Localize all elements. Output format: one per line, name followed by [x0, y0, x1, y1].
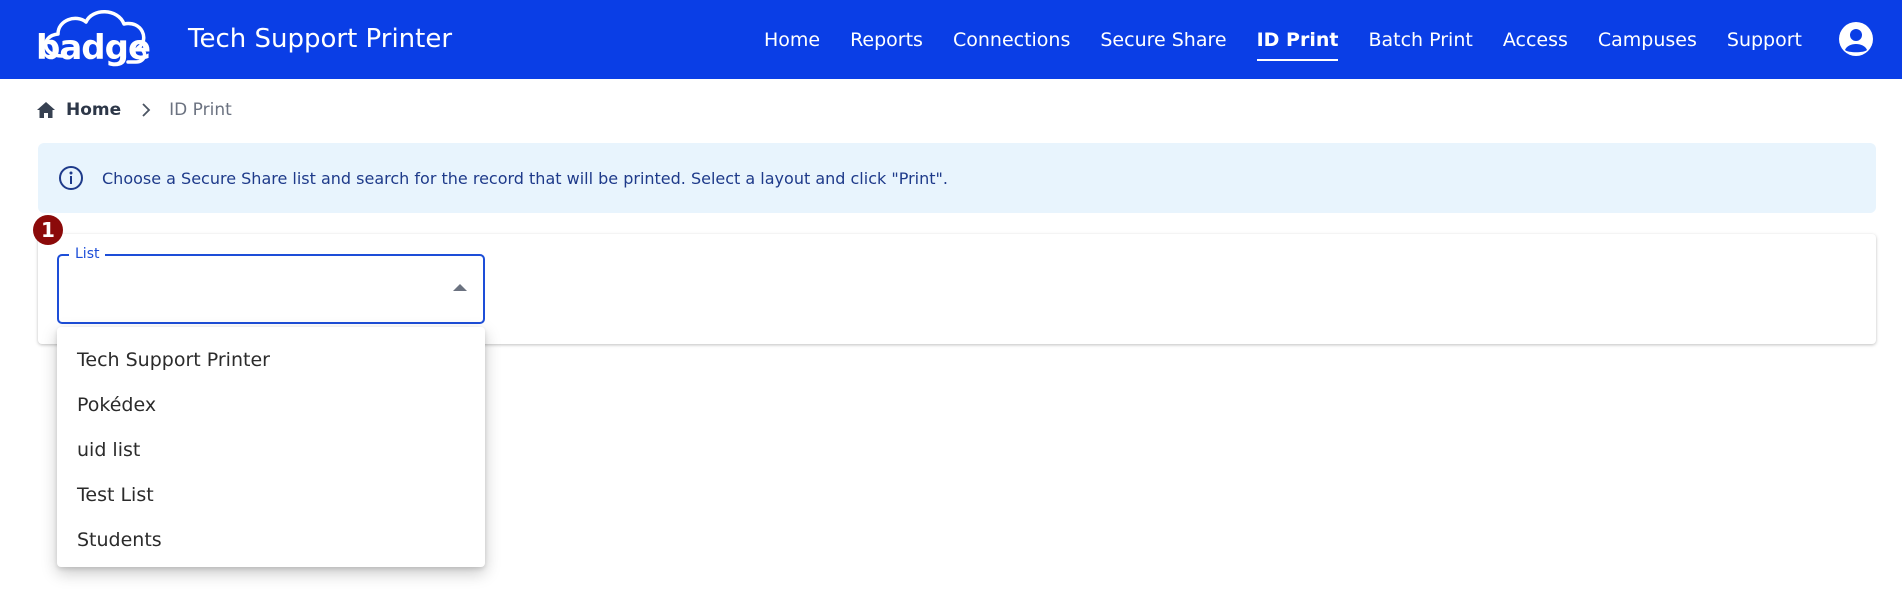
home-icon[interactable]: [36, 100, 56, 120]
nav-batch-print[interactable]: Batch Print: [1368, 23, 1472, 57]
info-icon: [58, 165, 84, 191]
nav-id-print[interactable]: ID Print: [1256, 23, 1338, 61]
info-message: Choose a Secure Share list and search fo…: [102, 168, 948, 188]
list-option[interactable]: Students: [57, 517, 485, 562]
step-badge: 1: [33, 215, 63, 245]
list-dropdown-menu: Tech Support Printer Pokédex uid list Te…: [57, 327, 485, 567]
chevron-right-icon: [121, 103, 169, 117]
nav-connections[interactable]: Connections: [953, 23, 1070, 57]
list-option[interactable]: Test List: [57, 472, 485, 517]
nav-access[interactable]: Access: [1503, 23, 1568, 57]
list-select[interactable]: List: [57, 246, 485, 324]
breadcrumb: Home ID Print: [36, 100, 232, 120]
info-alert: Choose a Secure Share list and search fo…: [38, 143, 1876, 213]
list-option[interactable]: Tech Support Printer: [57, 337, 485, 382]
breadcrumb-current: ID Print: [169, 100, 232, 120]
badge-logo[interactable]: badge: [32, 6, 172, 72]
account-button[interactable]: [1838, 21, 1874, 57]
nav-campuses[interactable]: Campuses: [1598, 23, 1697, 57]
nav-reports[interactable]: Reports: [850, 23, 923, 57]
main-nav: Home Reports Connections Secure Share ID…: [734, 0, 1802, 79]
list-option[interactable]: uid list: [57, 427, 485, 472]
list-select-label: List: [69, 246, 106, 262]
list-option[interactable]: Pokédex: [57, 382, 485, 427]
breadcrumb-home-link[interactable]: Home: [66, 100, 121, 120]
nav-secure-share[interactable]: Secure Share: [1100, 23, 1226, 57]
caret-up-icon[interactable]: [453, 284, 467, 291]
nav-home[interactable]: Home: [764, 23, 820, 57]
logo-text: badge: [36, 28, 151, 68]
account-circle-icon: [1839, 22, 1873, 56]
top-app-bar: badge Tech Support Printer Home Reports …: [0, 0, 1902, 79]
nav-support[interactable]: Support: [1727, 23, 1802, 57]
app-title: Tech Support Printer: [188, 24, 453, 54]
